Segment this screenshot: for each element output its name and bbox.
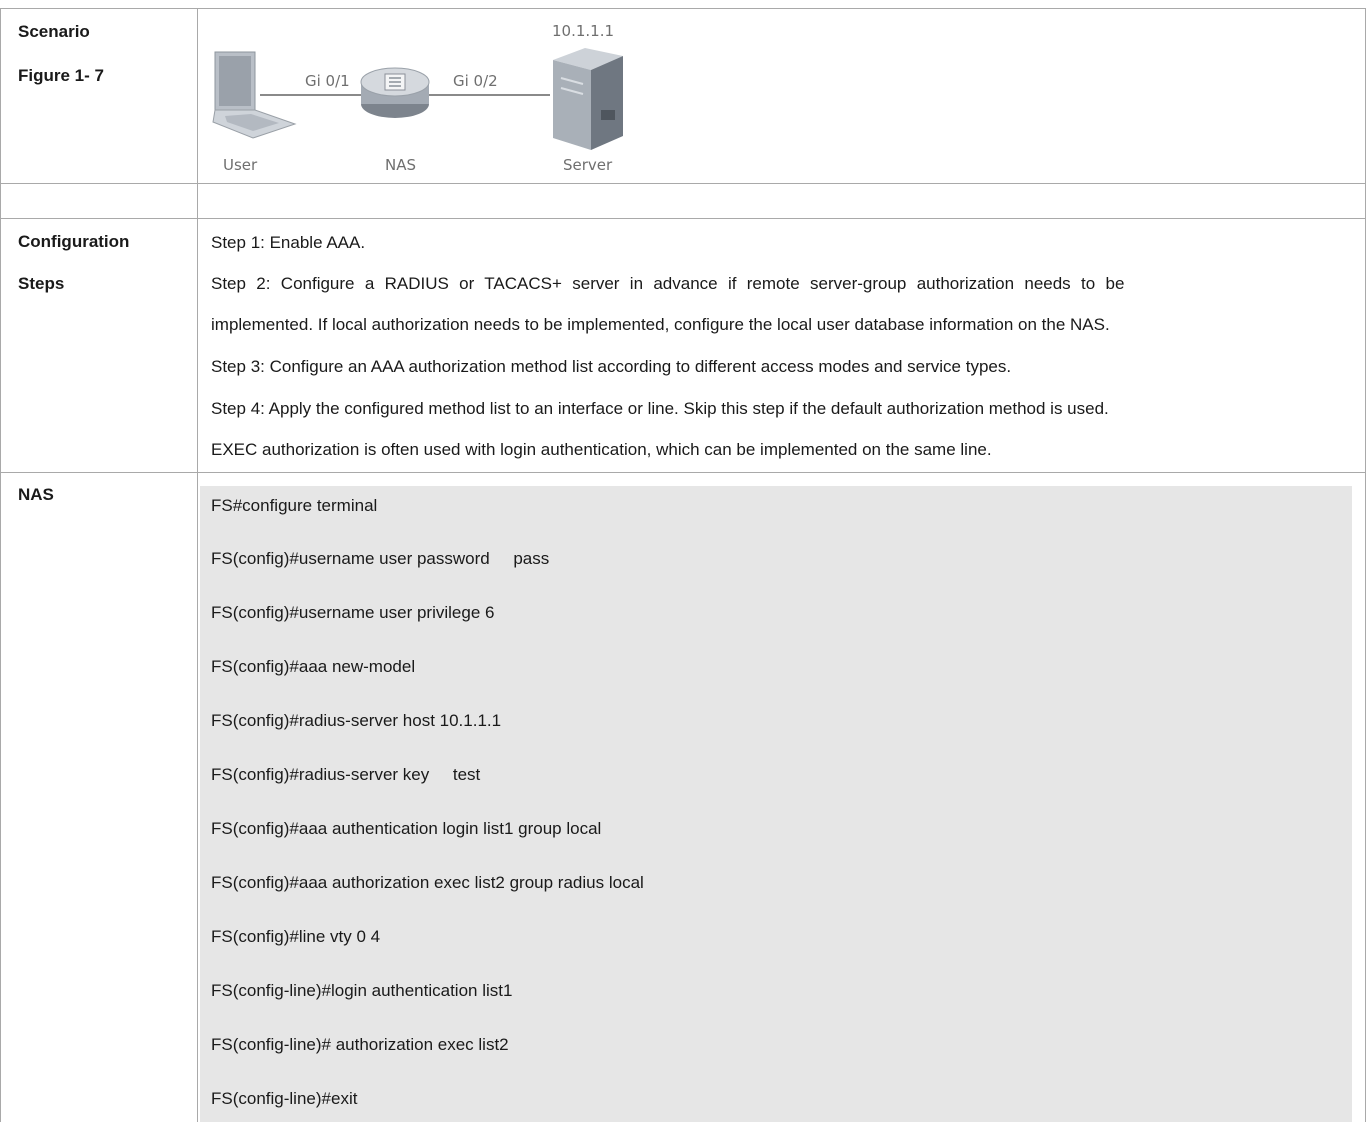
user-label: User xyxy=(223,156,258,174)
table-border-left xyxy=(0,8,1,1122)
code-line: FS(config)#line vty 0 4 xyxy=(211,927,381,946)
code-line: FS(config)#aaa authentication login list… xyxy=(211,819,602,838)
code-line: FS(config)#radius-server key test xyxy=(211,765,481,784)
step-line: implemented. If local authorization need… xyxy=(211,315,1110,334)
row-divider xyxy=(0,183,1366,184)
config-label-line1: Configuration xyxy=(18,232,130,251)
step-line: Step 3: Configure an AAA authorization m… xyxy=(211,357,1012,376)
scenario-label: Scenario xyxy=(18,22,90,41)
code-line: FS(config-line)# authorization exec list… xyxy=(211,1035,509,1054)
row-divider xyxy=(0,218,1366,219)
code-line: FS(config)#username user privilege 6 xyxy=(211,603,495,622)
table-border-top xyxy=(0,8,1366,9)
port-label-gi02: Gi 0/2 xyxy=(453,72,498,90)
code-line: FS(config)#aaa new-model xyxy=(211,657,416,676)
step-line: EXEC authorization is often used with lo… xyxy=(211,440,992,459)
code-line: FS#configure terminal xyxy=(211,496,378,515)
topology-figure: 10.1.1.1 Gi 0/1 Gi 0/2 User NAS Server xyxy=(212,22,623,174)
port-label-gi01: Gi 0/1 xyxy=(305,72,350,90)
code-line: FS(config-line)#exit xyxy=(211,1089,358,1108)
document-table: Scenario Figure 1- 7 10.1.1.1 Gi 0/1 Gi … xyxy=(0,0,1371,1122)
nas-label: NAS xyxy=(385,156,416,174)
server-label: Server xyxy=(563,156,613,174)
code-line: FS(config)#username user password pass xyxy=(211,549,550,568)
switch-icon xyxy=(360,67,430,118)
row-divider xyxy=(0,472,1366,473)
step-line: Step 4: Apply the configured method list… xyxy=(211,399,1109,418)
table-border-right xyxy=(1365,8,1366,1122)
figure-label: Figure 1- 7 xyxy=(18,66,104,85)
code-block xyxy=(200,486,1352,1122)
step-line: Step 2: Configure a RADIUS or TACACS+ se… xyxy=(211,274,1125,293)
code-line: FS(config-line)#login authentication lis… xyxy=(211,981,513,1000)
server-icon xyxy=(553,48,623,150)
server-ip-label: 10.1.1.1 xyxy=(552,22,614,40)
nas-row-label: NAS xyxy=(18,485,54,504)
code-line: FS(config)#aaa authorization exec list2 … xyxy=(211,873,644,892)
step-line: Step 1: Enable AAA. xyxy=(211,233,366,252)
config-label-line2: Steps xyxy=(18,274,65,293)
column-divider xyxy=(197,8,198,1122)
code-line: FS(config)#radius-server host 10.1.1.1 xyxy=(211,711,502,730)
